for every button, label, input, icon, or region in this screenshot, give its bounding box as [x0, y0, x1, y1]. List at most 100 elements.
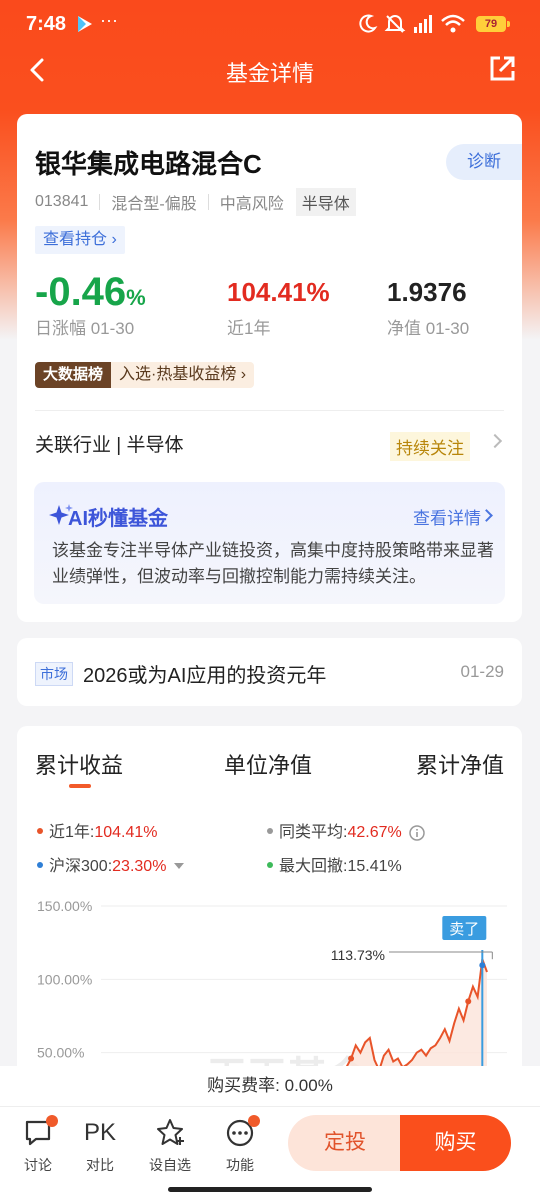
legend-year-label: 近1年:	[49, 824, 95, 841]
nav-stat: 1.9376 净值 01-30	[387, 274, 469, 339]
legend-drawdown: 最大回撤:15.41%	[267, 852, 402, 876]
legend-dot	[37, 861, 43, 868]
fund-type: 混合型-偏股	[111, 196, 197, 213]
fund-meta: 013841 混合型-偏股 中高风险 半导体	[35, 188, 356, 216]
ranking-text: 入选·热基收益榜 ›	[111, 362, 255, 388]
legend-year: 近1年:104.41%	[37, 818, 158, 842]
card-divider	[35, 410, 504, 411]
news-card[interactable]: 市场 2026或为AI应用的投资元年 01-29	[17, 638, 522, 706]
dropdown-triangle-icon[interactable]	[172, 861, 186, 871]
year-return-label: 近1年	[227, 319, 271, 338]
functions-button[interactable]: 功能	[210, 1115, 270, 1175]
news-headline[interactable]: 2026或为AI应用的投资元年	[83, 659, 326, 688]
daily-change-unit: %	[126, 285, 146, 310]
cellular-signal-icon	[414, 15, 432, 33]
daily-change-value: -0.46	[35, 270, 127, 314]
wifi-icon	[441, 14, 465, 33]
year-return-value: 104.41%	[227, 277, 330, 307]
status-bar: 7:48 ··· 79	[0, 0, 540, 48]
chevron-right-icon[interactable]	[480, 509, 493, 522]
notification-dot	[46, 1115, 58, 1127]
home-indicator	[168, 1187, 372, 1192]
legend-dot	[267, 827, 273, 834]
ai-view-details-link[interactable]: 查看详情	[413, 504, 481, 529]
compare-button[interactable]: PK 对比	[70, 1117, 130, 1175]
daily-change-stat: -0.46% 日涨幅 01-30	[35, 272, 146, 339]
more-notifications-icon: ···	[100, 10, 118, 30]
news-date: 01-29	[460, 662, 504, 681]
sell-badge-label: 卖了	[449, 921, 479, 938]
peak-marker	[479, 962, 486, 969]
dnd-moon-icon	[359, 14, 378, 33]
ai-summary-text: 该基金专注半导体产业链投资，高集中度持股策略带来显著业绩弹性，但波动率与回撤控制…	[52, 541, 494, 586]
legend-year-value: 104.41%	[94, 824, 158, 841]
fund-risk: 中高风险	[219, 196, 284, 213]
y-tick-label: 100.00%	[37, 971, 92, 987]
meta-divider	[99, 194, 101, 210]
app-root: 7:48 ··· 79 基金详情 银华集成电路混合C 诊断 013841 混合型…	[0, 0, 540, 1200]
ranking-badge-row[interactable]: 大数据榜 入选·热基收益榜 ›	[35, 362, 255, 388]
pk-icon: PK	[83, 1119, 116, 1146]
nav-label: 净值 01-30	[387, 319, 470, 338]
add-watchlist-button[interactable]: 设自选	[140, 1117, 200, 1175]
discuss-button[interactable]: 讨论	[8, 1115, 68, 1175]
view-holdings-link[interactable]: 查看持仓 ›	[35, 226, 125, 254]
y-tick-label: 50.00%	[37, 1045, 84, 1061]
active-tab-underline	[69, 784, 91, 788]
chart-tabs: 累计收益 单位净值 累计净值	[35, 748, 504, 788]
discuss-label: 讨论	[24, 1157, 52, 1173]
watch-label: 设自选	[149, 1157, 191, 1173]
meta-divider	[207, 194, 209, 210]
legend-dot	[267, 861, 273, 868]
buy-button[interactable]: 购买	[400, 1115, 511, 1171]
diagnose-button[interactable]: 诊断	[446, 144, 522, 180]
big-data-badge: 大数据榜	[35, 362, 112, 388]
legend-hs-label: 沪深300:	[49, 858, 113, 875]
legend-dd-value: 15.41%	[347, 858, 402, 875]
status-time: 7:48	[26, 13, 67, 35]
info-icon[interactable]	[408, 824, 426, 842]
fund-code: 013841	[35, 193, 89, 210]
sector-tag[interactable]: 半导体	[295, 188, 356, 216]
fee-label: 购买费率:	[207, 1076, 280, 1095]
tab-cumulative-return[interactable]: 累计收益	[35, 748, 123, 780]
tab-cumulative-nav[interactable]: 累计净值	[416, 748, 504, 780]
legend-hs300[interactable]: 沪深300:23.30%	[37, 852, 186, 876]
chevron-right-icon[interactable]	[487, 433, 503, 449]
buy-marker	[348, 1055, 355, 1062]
y-tick-label: 150.00%	[37, 898, 92, 914]
tab-unit-nav[interactable]: 单位净值	[224, 748, 312, 780]
func-label: 功能	[226, 1157, 254, 1173]
nav-value: 1.9376	[387, 277, 467, 307]
market-tag: 市场	[35, 662, 73, 686]
fixed-invest-button[interactable]: 定投	[288, 1115, 402, 1171]
fund-summary-card: 银华集成电路混合C 诊断 013841 混合型-偏股 中高风险 半导体 查看持仓…	[17, 114, 522, 622]
legend-dot	[37, 827, 43, 834]
play-store-icon	[78, 16, 92, 32]
bottom-action-bar: 讨论 PK 对比 设自选 功能 定投 购买	[0, 1106, 540, 1200]
fee-value: 0.00%	[284, 1076, 333, 1095]
fund-name: 银华集成电路混合C	[35, 149, 262, 179]
share-icon[interactable]	[486, 53, 518, 85]
nav-bar: 基金详情	[0, 48, 540, 92]
legend-peer: 同类平均:42.67%	[267, 818, 426, 842]
peak-annotation: 113.73%	[331, 947, 385, 963]
related-industry[interactable]: 关联行业 | 半导体	[35, 430, 184, 457]
mute-bell-icon	[384, 15, 406, 33]
daily-change-value-row: -0.46%	[35, 272, 146, 312]
legend-hs-value: 23.30%	[112, 858, 167, 875]
purchase-fee: 购买费率: 0.00%	[0, 1066, 540, 1106]
follow-tag[interactable]: 持续关注	[390, 432, 470, 461]
legend-peer-value: 42.67%	[347, 824, 402, 841]
daily-change-label: 日涨幅 01-30	[35, 319, 135, 338]
notification-dot	[248, 1115, 260, 1127]
compare-label: 对比	[86, 1157, 114, 1173]
page-title: 基金详情	[225, 61, 314, 86]
star-plus-icon	[157, 1119, 184, 1145]
battery-indicator: 79	[476, 16, 510, 32]
point-marker	[465, 998, 472, 1005]
legend-dd-label: 最大回撤:	[279, 858, 348, 875]
ai-title: AI秒懂基金	[68, 508, 168, 530]
legend-peer-label: 同类平均:	[279, 824, 348, 841]
year-return-stat: 104.41% 近1年	[227, 274, 330, 339]
